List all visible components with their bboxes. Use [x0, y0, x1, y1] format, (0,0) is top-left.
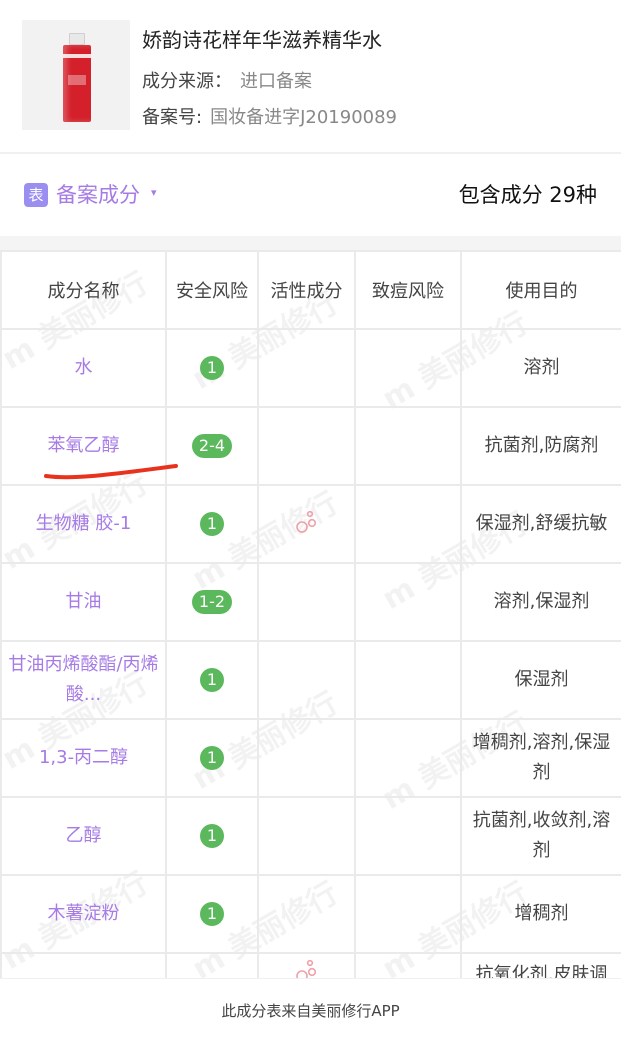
- risk-cell: 1: [165, 718, 259, 798]
- ingredient-purpose: 抗氧化剂,皮肤调: [460, 952, 621, 978]
- ingredient-purpose: 溶剂: [460, 328, 621, 408]
- risk-badge: 1: [200, 512, 224, 536]
- source-label: 成分来源：: [142, 71, 232, 92]
- active-cell: [257, 640, 356, 720]
- table-tag-icon: 表: [24, 183, 48, 207]
- table-row[interactable]: 木薯淀粉 1 增稠剂: [0, 874, 621, 954]
- ingredient-name[interactable]: 水: [0, 328, 167, 408]
- ingredient-purpose: 抗菌剂,收敛剂,溶剂: [460, 796, 621, 876]
- ingredient-name[interactable]: 生物糖 胶-1: [0, 484, 167, 564]
- risk-cell: 1: [165, 796, 259, 876]
- acne-cell: [354, 484, 462, 564]
- header-active-ingredient[interactable]: 活性成分: [257, 250, 356, 330]
- chevron-down-icon[interactable]: ▾: [151, 186, 157, 199]
- acne-cell: [354, 952, 462, 978]
- active-cell: [257, 952, 356, 978]
- acne-cell: [354, 718, 462, 798]
- table-row[interactable]: 生物糖 胶-1 1 保湿剂,舒缓抗敏: [0, 484, 621, 564]
- registration-label: 备案号:: [142, 107, 203, 128]
- risk-badge: 1: [200, 356, 224, 380]
- bubbles-icon: [295, 959, 316, 978]
- acne-cell: [354, 562, 462, 642]
- ingredient-table-container[interactable]: m 美丽修行 m 美丽修行 m 美丽修行 m 美丽修行 m 美丽修行 m 美丽修…: [0, 250, 621, 978]
- bottle-label: [68, 75, 86, 85]
- active-cell: [257, 484, 356, 564]
- ingredient-purpose: 溶剂,保湿剂: [460, 562, 621, 642]
- bubbles-icon: [295, 510, 316, 533]
- ingredient-table: 成分名称 安全风险 活性成分 致痘风险 使用目的 水 1 溶剂 苯氧乙醇 2-4…: [0, 250, 621, 978]
- ingredient-name[interactable]: 甘油丙烯酸酯/丙烯酸...: [0, 640, 167, 720]
- bottle-band: [63, 54, 91, 58]
- acne-cell: [354, 406, 462, 486]
- ingredient-purpose: 保湿剂,舒缓抗敏: [460, 484, 621, 564]
- active-cell: [257, 328, 356, 408]
- table-row[interactable]: 水 1 溶剂: [0, 328, 621, 408]
- ingredient-purpose: 增稠剂: [460, 874, 621, 954]
- bottle-cap: [69, 33, 85, 45]
- header-purpose: 使用目的: [460, 250, 621, 330]
- risk-cell: 1: [165, 484, 259, 564]
- footer-source-text: 此成分表来自美丽修行APP: [221, 1002, 400, 1020]
- risk-badge: 2-4: [191, 434, 233, 458]
- acne-cell: [354, 328, 462, 408]
- acne-cell: [354, 874, 462, 954]
- product-image[interactable]: [22, 20, 130, 130]
- risk-badge: 1: [200, 824, 224, 848]
- table-row[interactable]: 抗氧化剂,皮肤调: [0, 952, 621, 978]
- ingredient-name[interactable]: 甘油: [0, 562, 167, 642]
- table-row[interactable]: 乙醇 1 抗菌剂,收敛剂,溶剂: [0, 796, 621, 876]
- risk-cell: 2-4: [165, 406, 259, 486]
- header-acne-risk[interactable]: 致痘风险: [354, 250, 462, 330]
- ingredient-name[interactable]: 木薯淀粉: [0, 874, 167, 954]
- risk-badge: 1: [200, 902, 224, 926]
- source-value: 进口备案: [240, 71, 312, 92]
- active-cell: [257, 406, 356, 486]
- acne-cell: [354, 796, 462, 876]
- risk-badge: 1-2: [191, 590, 233, 614]
- active-cell: [257, 796, 356, 876]
- active-cell: [257, 718, 356, 798]
- bottle-icon: [63, 45, 91, 122]
- ingredient-name[interactable]: 1,3-丙二醇: [0, 718, 167, 798]
- ingredient-count: 包含成分 29种: [458, 183, 597, 207]
- risk-cell: 1: [165, 328, 259, 408]
- risk-cell: 1: [165, 640, 259, 720]
- active-cell: [257, 874, 356, 954]
- table-row[interactable]: 甘油丙烯酸酯/丙烯酸... 1 保湿剂: [0, 640, 621, 720]
- ingredient-purpose: 保湿剂: [460, 640, 621, 720]
- risk-cell: [165, 952, 259, 978]
- header-ingredient-name: 成分名称: [0, 250, 167, 330]
- ingredient-purpose: 增稠剂,溶剂,保湿剂: [460, 718, 621, 798]
- table-row[interactable]: 1,3-丙二醇 1 增稠剂,溶剂,保湿剂: [0, 718, 621, 798]
- table-header-row: 成分名称 安全风险 活性成分 致痘风险 使用目的: [0, 250, 621, 330]
- header-safety-risk[interactable]: 安全风险: [165, 250, 259, 330]
- section-spacer: [0, 236, 621, 250]
- ingredient-name[interactable]: [0, 952, 167, 978]
- risk-badge: 1: [200, 668, 224, 692]
- active-cell: [257, 562, 356, 642]
- footer: 此成分表来自美丽修行APP: [0, 978, 621, 1038]
- risk-badge: 1: [200, 746, 224, 770]
- risk-cell: 1: [165, 874, 259, 954]
- ingredient-purpose: 抗菌剂,防腐剂: [460, 406, 621, 486]
- product-name: 娇韵诗花样年华滋养精华水: [142, 28, 382, 52]
- product-source: 成分来源： 进口备案: [142, 67, 312, 93]
- table-row[interactable]: 甘油 1-2 溶剂,保湿剂: [0, 562, 621, 642]
- product-header: 娇韵诗花样年华滋养精华水 成分来源： 进口备案 备案号: 国妆备进字J2019008…: [0, 0, 621, 152]
- ingredient-name[interactable]: 乙醇: [0, 796, 167, 876]
- acne-cell: [354, 640, 462, 720]
- red-underline-annotation: [44, 464, 178, 480]
- ingredient-list-dropdown[interactable]: 备案成分: [56, 179, 140, 209]
- product-registration: 备案号: 国妆备进字J20190089: [142, 103, 397, 129]
- registration-value: 国妆备进字J20190089: [210, 107, 398, 128]
- risk-cell: 1-2: [165, 562, 259, 642]
